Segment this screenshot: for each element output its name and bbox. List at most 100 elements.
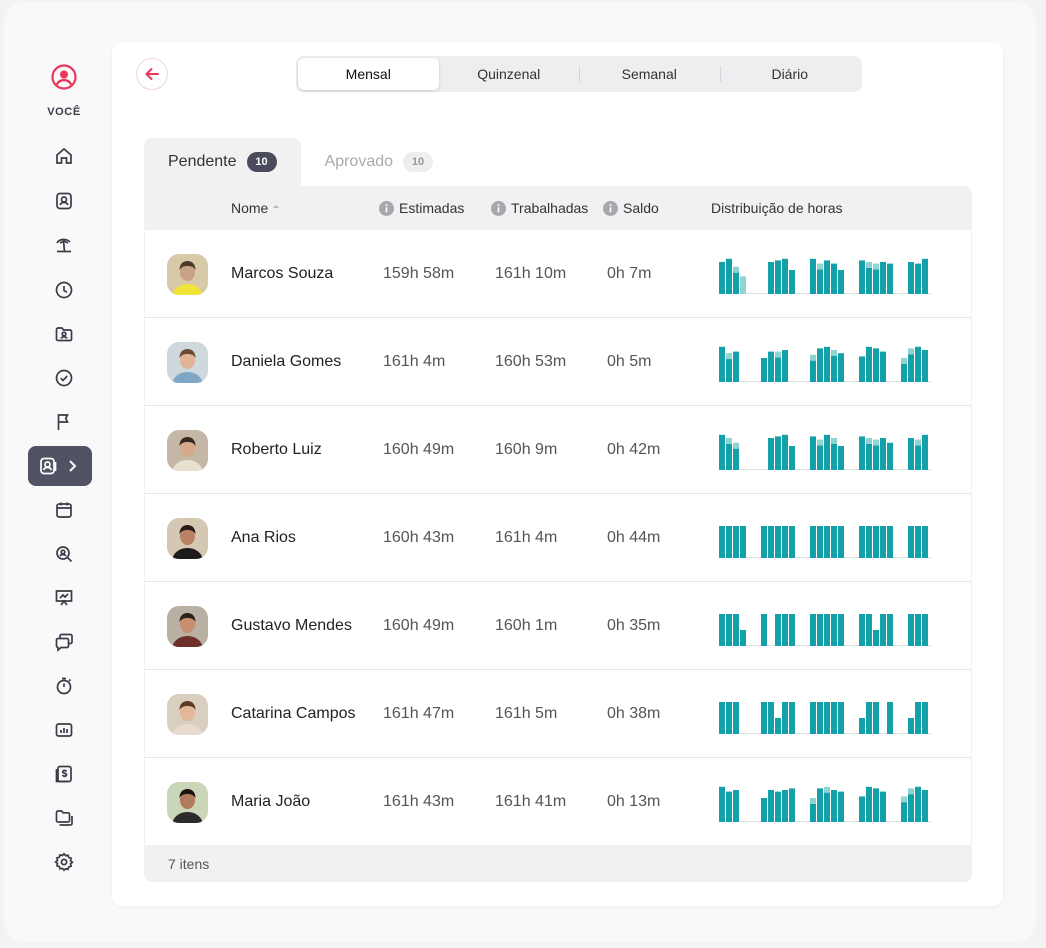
nav-vacation[interactable] (50, 231, 78, 259)
hours-bar (789, 446, 795, 470)
table-row[interactable]: Maria João 161h 43m 161h 41m 0h 13m (145, 758, 971, 845)
search-user-icon (56, 546, 73, 563)
nav-projects[interactable] (50, 804, 78, 832)
hours-bar (810, 614, 816, 646)
table-row[interactable]: Ana Rios 160h 43m 161h 4m 0h 44m (145, 494, 971, 582)
col-name-header[interactable]: Nome (231, 186, 280, 230)
folder-user-icon (55, 327, 73, 342)
tab-diario[interactable]: Diário (719, 58, 861, 90)
avatar (167, 518, 208, 559)
table-row[interactable]: Catarina Campos 161h 47m 161h 5m 0h 38m (145, 670, 971, 758)
hours-bar (866, 614, 872, 646)
nav-calendar[interactable] (50, 496, 78, 524)
nav-expenses[interactable] (50, 760, 78, 788)
table-header: Nome Estimadas Trabalhadas Saldo Distrib… (144, 186, 972, 230)
employee-name: Catarina Campos (231, 705, 356, 722)
hours-bar (740, 630, 746, 646)
gear-icon (54, 852, 74, 872)
info-icon[interactable] (603, 200, 618, 216)
nav-documents[interactable] (50, 320, 78, 348)
table-footer: 7 itens (144, 846, 972, 882)
estimated-hours: 160h 43m (383, 529, 455, 546)
hours-bar (859, 526, 865, 558)
table-row[interactable]: Roberto Luiz 160h 49m 160h 9m 0h 42m (145, 406, 971, 494)
hours-bar-fill (810, 360, 816, 382)
hours-bar (726, 791, 732, 822)
hours-bar (740, 526, 746, 558)
invoice-icon (55, 765, 72, 783)
tab-pendente[interactable]: Pendente 10 (144, 138, 301, 186)
hours-bar (859, 260, 865, 294)
nav-people-search[interactable] (50, 540, 78, 568)
hours-bar (824, 526, 830, 558)
nav-settings[interactable] (50, 848, 78, 876)
nav-feedback[interactable] (50, 628, 78, 656)
balance-hours: 0h 13m (607, 793, 661, 810)
tab-label: Aprovado (324, 153, 394, 170)
hours-bar-fill (873, 269, 879, 294)
report-icon (55, 723, 73, 737)
item-count: 7 itens (168, 856, 210, 872)
nav-timesheet[interactable] (50, 276, 78, 304)
table-row[interactable]: Daniela Gomes 161h 4m 160h 53m 0h 5m (145, 318, 971, 406)
hours-bar (733, 526, 739, 558)
table-body: Marcos Souza 159h 58m 161h 10m 0h 7m Dan… (145, 230, 971, 845)
check-circle-icon (55, 369, 73, 387)
nav-tasks[interactable] (50, 364, 78, 392)
hours-bar-fill (775, 357, 781, 382)
nav-approvals[interactable] (28, 446, 92, 486)
info-icon[interactable] (491, 200, 506, 216)
hours-bar (880, 614, 886, 646)
hours-bar (838, 791, 844, 822)
tab-mensal[interactable]: Mensal (298, 58, 439, 90)
hours-bar (838, 270, 844, 294)
hours-bar (768, 438, 774, 470)
count-badge: 10 (246, 152, 277, 172)
hours-bar (922, 702, 928, 734)
nav-goals[interactable] (50, 408, 78, 436)
avatar (167, 782, 208, 823)
hours-bar (782, 434, 788, 470)
tab-quinzenal[interactable]: Quinzenal (439, 58, 580, 90)
hours-bar (733, 351, 739, 382)
info-icon[interactable] (379, 200, 394, 216)
hours-bar (866, 526, 872, 558)
hours-bar (887, 263, 893, 294)
balance-hours: 0h 42m (607, 441, 661, 458)
avatar (167, 694, 208, 735)
hours-bar (873, 630, 879, 646)
nav-timer[interactable] (50, 672, 78, 700)
table-row[interactable]: Marcos Souza 159h 58m 161h 10m 0h 7m (145, 230, 971, 318)
hours-bar (838, 702, 844, 734)
avatar (167, 342, 208, 383)
balance-hours: 0h 5m (607, 353, 652, 370)
balance-hours: 0h 38m (607, 705, 661, 722)
col-distribution-header: Distribuição de horas (711, 186, 843, 230)
hours-bar (782, 350, 788, 382)
nav-home[interactable] (50, 142, 78, 170)
hours-bar (789, 614, 795, 646)
hours-distribution-chart (719, 702, 931, 734)
worked-hours: 161h 5m (495, 705, 558, 722)
nav-profile[interactable] (50, 187, 78, 215)
col-worked-header: Trabalhadas (491, 186, 588, 230)
hours-bar (824, 434, 830, 470)
tab-aprovado[interactable]: Aprovado 10 (301, 138, 458, 186)
nav-presentations[interactable] (50, 584, 78, 612)
tab-semanal[interactable]: Semanal (579, 58, 720, 90)
hours-bar-fill (901, 802, 907, 822)
hours-bar (887, 614, 893, 646)
col-worked-label: Trabalhadas (511, 200, 589, 216)
nav (28, 0, 100, 948)
col-estimated-label: Estimadas (399, 200, 465, 216)
hours-bar (887, 526, 893, 558)
nav-reports[interactable] (50, 716, 78, 744)
col-balance-header: Saldo (603, 186, 659, 230)
hours-bar (908, 614, 914, 646)
table-row[interactable]: Gustavo Mendes 160h 49m 160h 1m 0h 35m (145, 582, 971, 670)
hours-bar-fill (908, 794, 914, 822)
presentation-icon (55, 590, 73, 606)
hours-bar (887, 702, 893, 734)
hours-bar-fill (908, 354, 914, 382)
back-button[interactable] (136, 58, 168, 90)
